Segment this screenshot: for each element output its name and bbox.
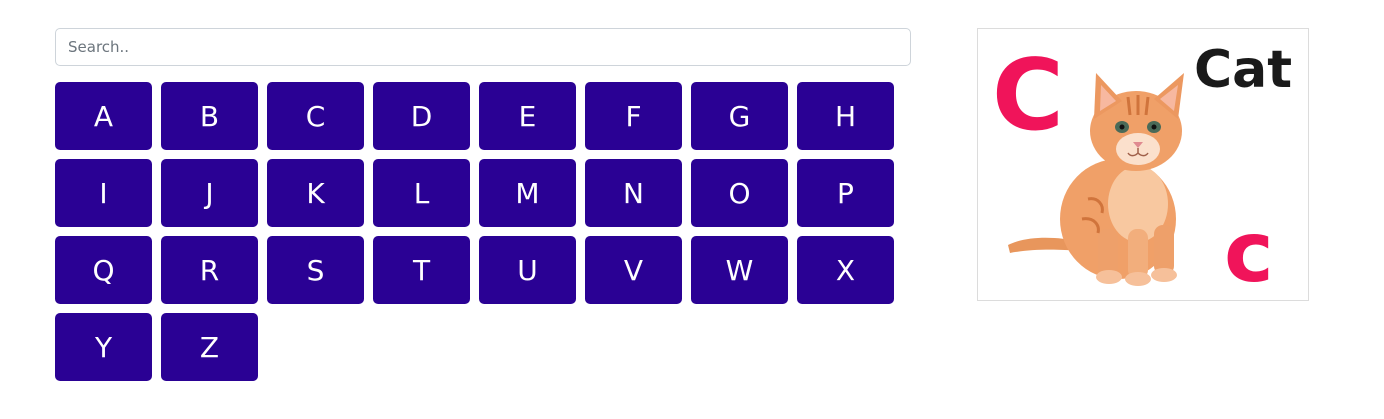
letter-button-o[interactable]: O: [691, 159, 788, 227]
letter-button-u[interactable]: U: [479, 236, 576, 304]
letter-button-i[interactable]: I: [55, 159, 152, 227]
letter-button-e[interactable]: E: [479, 82, 576, 150]
card-lower-letter: c: [1224, 203, 1274, 300]
card-upper-letter: C: [992, 39, 1064, 153]
letter-button-f[interactable]: F: [585, 82, 682, 150]
letter-button-c[interactable]: C: [267, 82, 364, 150]
letter-button-y[interactable]: Y: [55, 313, 152, 381]
letter-button-p[interactable]: P: [797, 159, 894, 227]
flashcard-image: C Cat c: [977, 28, 1309, 301]
letter-button-s[interactable]: S: [267, 236, 364, 304]
letter-button-m[interactable]: M: [479, 159, 576, 227]
letter-button-j[interactable]: J: [161, 159, 258, 227]
letter-button-h[interactable]: H: [797, 82, 894, 150]
letter-button-l[interactable]: L: [373, 159, 470, 227]
letter-button-w[interactable]: W: [691, 236, 788, 304]
cat-card-svg: C Cat c: [992, 39, 1292, 300]
letter-button-d[interactable]: D: [373, 82, 470, 150]
letter-button-b[interactable]: B: [161, 82, 258, 150]
letter-button-k[interactable]: K: [267, 159, 364, 227]
search-input[interactable]: [55, 28, 911, 66]
card-word: Cat: [1194, 40, 1292, 100]
letter-button-r[interactable]: R: [161, 236, 258, 304]
letter-button-v[interactable]: V: [585, 236, 682, 304]
letter-button-q[interactable]: Q: [55, 236, 152, 304]
letter-button-a[interactable]: A: [55, 82, 152, 150]
letter-grid: ABCDEFGH IJKLMNOP QRSTUVWX YZ: [55, 82, 905, 381]
letter-button-n[interactable]: N: [585, 159, 682, 227]
letter-button-t[interactable]: T: [373, 236, 470, 304]
letter-button-x[interactable]: X: [797, 236, 894, 304]
letter-button-g[interactable]: G: [691, 82, 788, 150]
letter-button-z[interactable]: Z: [161, 313, 258, 381]
